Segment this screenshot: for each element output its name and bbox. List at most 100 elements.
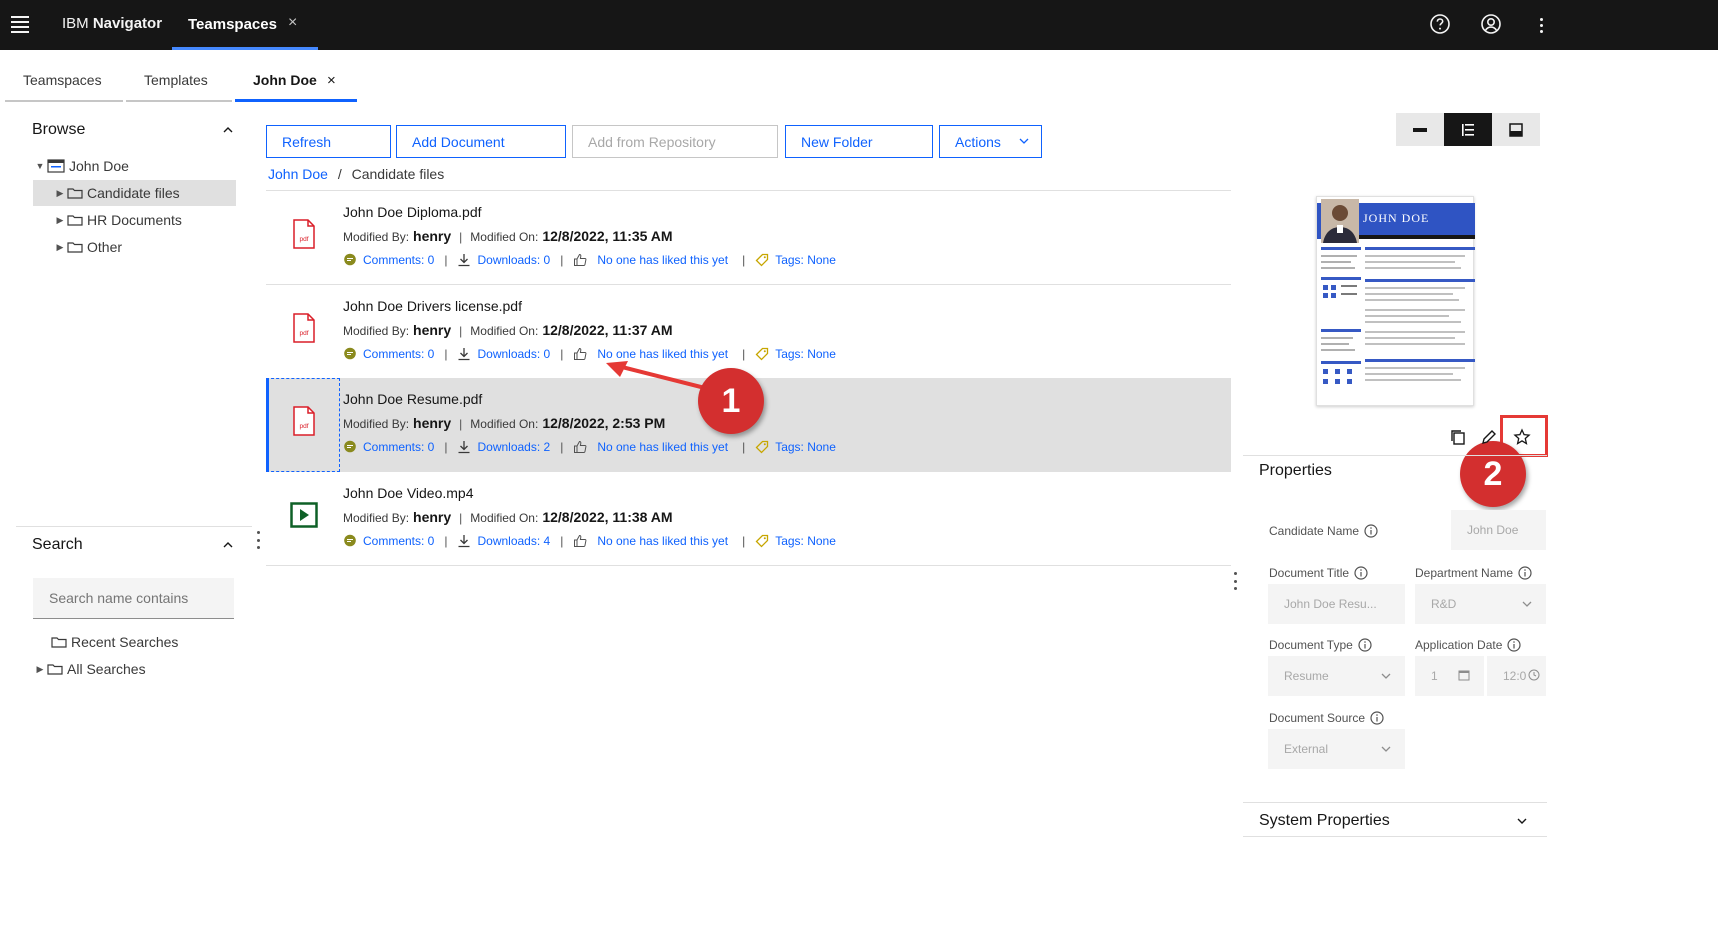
new-folder-button[interactable]: New Folder xyxy=(785,125,933,158)
help-icon[interactable] xyxy=(1429,13,1451,35)
tree-item-john-doe[interactable]: ▼ John Doe xyxy=(33,153,236,179)
tab-teamspaces[interactable]: Teamspaces xyxy=(5,70,123,102)
view-toggle-details[interactable] xyxy=(1444,113,1492,146)
document-thumbnail[interactable]: JOHN DOE xyxy=(1316,196,1475,406)
breadcrumb-root-link[interactable]: John Doe xyxy=(268,166,328,182)
overflow-menu-icon[interactable] xyxy=(1534,12,1548,38)
tags-link[interactable]: Tags: None xyxy=(775,347,836,361)
document-name[interactable]: John Doe Drivers license.pdf xyxy=(343,298,522,314)
likes-link[interactable]: No one has liked this yet xyxy=(597,534,728,548)
caret-right-icon[interactable]: ▶ xyxy=(53,242,67,253)
info-icon[interactable] xyxy=(1358,638,1372,652)
add-document-button[interactable]: Add Document xyxy=(396,125,566,158)
add-from-repository-button[interactable]: Add from Repository xyxy=(572,125,778,158)
tab-templates[interactable]: Templates xyxy=(126,70,232,102)
document-title-label: Document Title xyxy=(1269,566,1368,580)
likes-link[interactable]: No one has liked this yet xyxy=(597,440,728,454)
document-row[interactable]: pdf John Doe Drivers license.pdf Modifie… xyxy=(266,285,1231,379)
info-icon[interactable] xyxy=(1370,711,1384,725)
download-icon xyxy=(458,348,470,361)
panel-resize-handle[interactable] xyxy=(1234,572,1238,590)
department-name-select[interactable]: R&D xyxy=(1415,584,1546,624)
close-icon[interactable]: × xyxy=(327,72,336,89)
chevron-up-icon[interactable] xyxy=(222,124,234,136)
downloads-link[interactable]: Downloads: 0 xyxy=(477,253,550,267)
application-time-input[interactable]: 12:0 xyxy=(1487,656,1546,696)
document-meta: Modified By: henry | Modified On: 12/8/2022,… xyxy=(343,228,673,244)
modified-on-value: 12/8/2022, 2:53 PM xyxy=(542,415,666,431)
folder-icon xyxy=(51,637,67,648)
comments-link[interactable]: Comments: 0 xyxy=(363,440,434,454)
document-row[interactable]: pdf John Doe Diploma.pdf Modified By: hen… xyxy=(266,191,1231,285)
likes-link[interactable]: No one has liked this yet xyxy=(597,253,728,267)
separator: | xyxy=(459,324,463,338)
user-avatar-icon[interactable] xyxy=(1480,13,1502,35)
separator: | xyxy=(560,347,564,361)
document-type-label: Document Type xyxy=(1269,638,1372,652)
tags-link[interactable]: Tags: None xyxy=(775,534,836,548)
downloads-link[interactable]: Downloads: 2 xyxy=(477,440,550,454)
system-properties-title[interactable]: System Properties xyxy=(1259,812,1390,830)
chevron-down-icon[interactable] xyxy=(1516,815,1528,827)
candidate-name-field[interactable]: John Doe xyxy=(1451,510,1546,550)
info-icon[interactable] xyxy=(1507,638,1521,652)
chevron-up-icon[interactable] xyxy=(222,539,234,551)
close-icon[interactable]: × xyxy=(288,14,297,32)
tags-link[interactable]: Tags: None xyxy=(775,253,836,267)
tree-item-hr-documents[interactable]: ▶ HR Documents xyxy=(33,207,236,233)
document-name[interactable]: John Doe Video.mp4 xyxy=(343,485,474,501)
refresh-button[interactable]: Refresh xyxy=(266,125,391,158)
document-name[interactable]: John Doe Diploma.pdf xyxy=(343,204,482,220)
tree-item-other[interactable]: ▶ Other xyxy=(33,234,236,260)
info-icon[interactable] xyxy=(1354,566,1368,580)
tab-teamspaces-top[interactable]: Teamspaces × xyxy=(172,0,318,50)
clock-icon[interactable] xyxy=(1528,669,1540,681)
date-value: 1 xyxy=(1431,669,1438,683)
caret-right-icon[interactable]: ▶ xyxy=(53,188,67,199)
view-toggle-list[interactable] xyxy=(1396,113,1444,146)
document-type-select[interactable]: Resume xyxy=(1268,656,1405,696)
comments-link[interactable]: Comments: 0 xyxy=(363,253,434,267)
annotation-badge-2: 2 xyxy=(1460,441,1526,507)
menu-icon[interactable] xyxy=(8,12,32,36)
tags-link[interactable]: Tags: None xyxy=(775,440,836,454)
application-date-input[interactable]: 1 xyxy=(1415,656,1484,696)
tree-item-all-searches[interactable]: ▶ All Searches xyxy=(33,656,236,682)
document-row[interactable]: John Doe Video.mp4 Modified By: henry | Mod… xyxy=(266,472,1231,566)
document-name[interactable]: John Doe Resume.pdf xyxy=(343,391,482,407)
svg-text:pdf: pdf xyxy=(299,423,308,430)
downloads-link[interactable]: Downloads: 0 xyxy=(477,347,550,361)
document-source-select[interactable]: External xyxy=(1268,729,1405,769)
system-properties-bottom-divider xyxy=(1243,836,1547,837)
panel-resize-handle[interactable] xyxy=(257,531,261,549)
edit-pencil-icon[interactable] xyxy=(1480,428,1498,446)
time-value: 12:0 xyxy=(1503,669,1527,683)
actions-button[interactable]: Actions xyxy=(939,125,1042,158)
calendar-icon[interactable] xyxy=(1458,669,1470,681)
caret-down-icon[interactable]: ▼ xyxy=(33,161,47,171)
comments-link[interactable]: Comments: 0 xyxy=(363,534,434,548)
comments-link[interactable]: Comments: 0 xyxy=(363,347,434,361)
department-name-label: Department Name xyxy=(1415,566,1532,580)
tab-john-doe[interactable]: John Doe × xyxy=(235,70,357,102)
document-meta: Modified By: henry | Modified On: 12/8/2022,… xyxy=(343,509,673,525)
document-title-field[interactable]: John Doe Resu... xyxy=(1268,584,1405,624)
info-icon[interactable] xyxy=(1364,524,1378,538)
separator: | xyxy=(742,440,746,454)
thumbs-up-icon[interactable] xyxy=(573,253,587,267)
resume-preview-image xyxy=(1317,199,1475,384)
thumbs-up-icon[interactable] xyxy=(573,440,587,454)
star-favorite-icon[interactable] xyxy=(1513,428,1531,446)
search-input[interactable] xyxy=(33,578,234,619)
copy-icon[interactable] xyxy=(1449,428,1467,446)
separator: | xyxy=(560,534,564,548)
caret-right-icon[interactable]: ▶ xyxy=(53,215,67,226)
downloads-link[interactable]: Downloads: 4 xyxy=(477,534,550,548)
caret-right-icon[interactable]: ▶ xyxy=(33,664,47,675)
thumbs-up-icon[interactable] xyxy=(573,534,587,548)
thumbs-up-icon[interactable] xyxy=(573,347,587,361)
info-icon[interactable] xyxy=(1518,566,1532,580)
tree-item-recent-searches[interactable]: Recent Searches xyxy=(33,629,236,655)
tree-item-candidate-files[interactable]: ▶ Candidate files xyxy=(33,180,236,206)
view-toggle-filmstrip[interactable] xyxy=(1492,113,1540,146)
